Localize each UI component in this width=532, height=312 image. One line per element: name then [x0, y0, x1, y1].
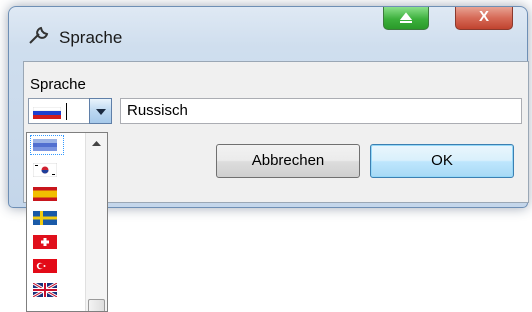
scroll-thumb[interactable]	[88, 299, 105, 311]
list-item-south-korea[interactable]	[28, 157, 84, 181]
language-name-field[interactable]: Russisch	[120, 98, 522, 124]
wrench-icon	[27, 24, 51, 48]
window-title: Sprache	[59, 28, 123, 47]
list-item-turkey[interactable]	[28, 253, 84, 277]
scroll-up-icon[interactable]	[92, 141, 101, 146]
text-caret	[66, 103, 67, 120]
list-item-switzerland[interactable]	[28, 229, 84, 253]
eject-icon	[384, 8, 428, 30]
list-item-sweden[interactable]	[28, 205, 84, 229]
close-icon: X	[478, 8, 489, 25]
list-item-russia[interactable]	[28, 133, 84, 157]
eject-button[interactable]	[383, 7, 429, 30]
flag-dropdown-list	[26, 132, 108, 312]
dropdown-button[interactable]	[89, 98, 112, 124]
chevron-down-icon	[96, 109, 106, 115]
list-item-united-kingdom[interactable]	[28, 277, 84, 301]
russia-flag-icon	[33, 139, 57, 151]
united-kingdom-flag-icon	[33, 283, 57, 297]
cancel-button[interactable]: Abbrechen	[216, 144, 360, 178]
spain-flag-icon	[33, 187, 57, 201]
ok-button[interactable]: OK	[370, 144, 514, 178]
list-item-spain[interactable]	[28, 181, 84, 205]
switzerland-flag-icon	[33, 235, 57, 249]
language-label: Sprache	[30, 76, 86, 93]
russia-flag-icon	[32, 106, 62, 119]
flag-combo[interactable]	[28, 98, 112, 124]
turkey-flag-icon	[33, 259, 57, 273]
south-korea-flag-icon	[33, 163, 57, 177]
list-scrollbar[interactable]	[85, 133, 107, 311]
sweden-flag-icon	[33, 211, 57, 225]
close-button[interactable]: X	[455, 7, 513, 30]
